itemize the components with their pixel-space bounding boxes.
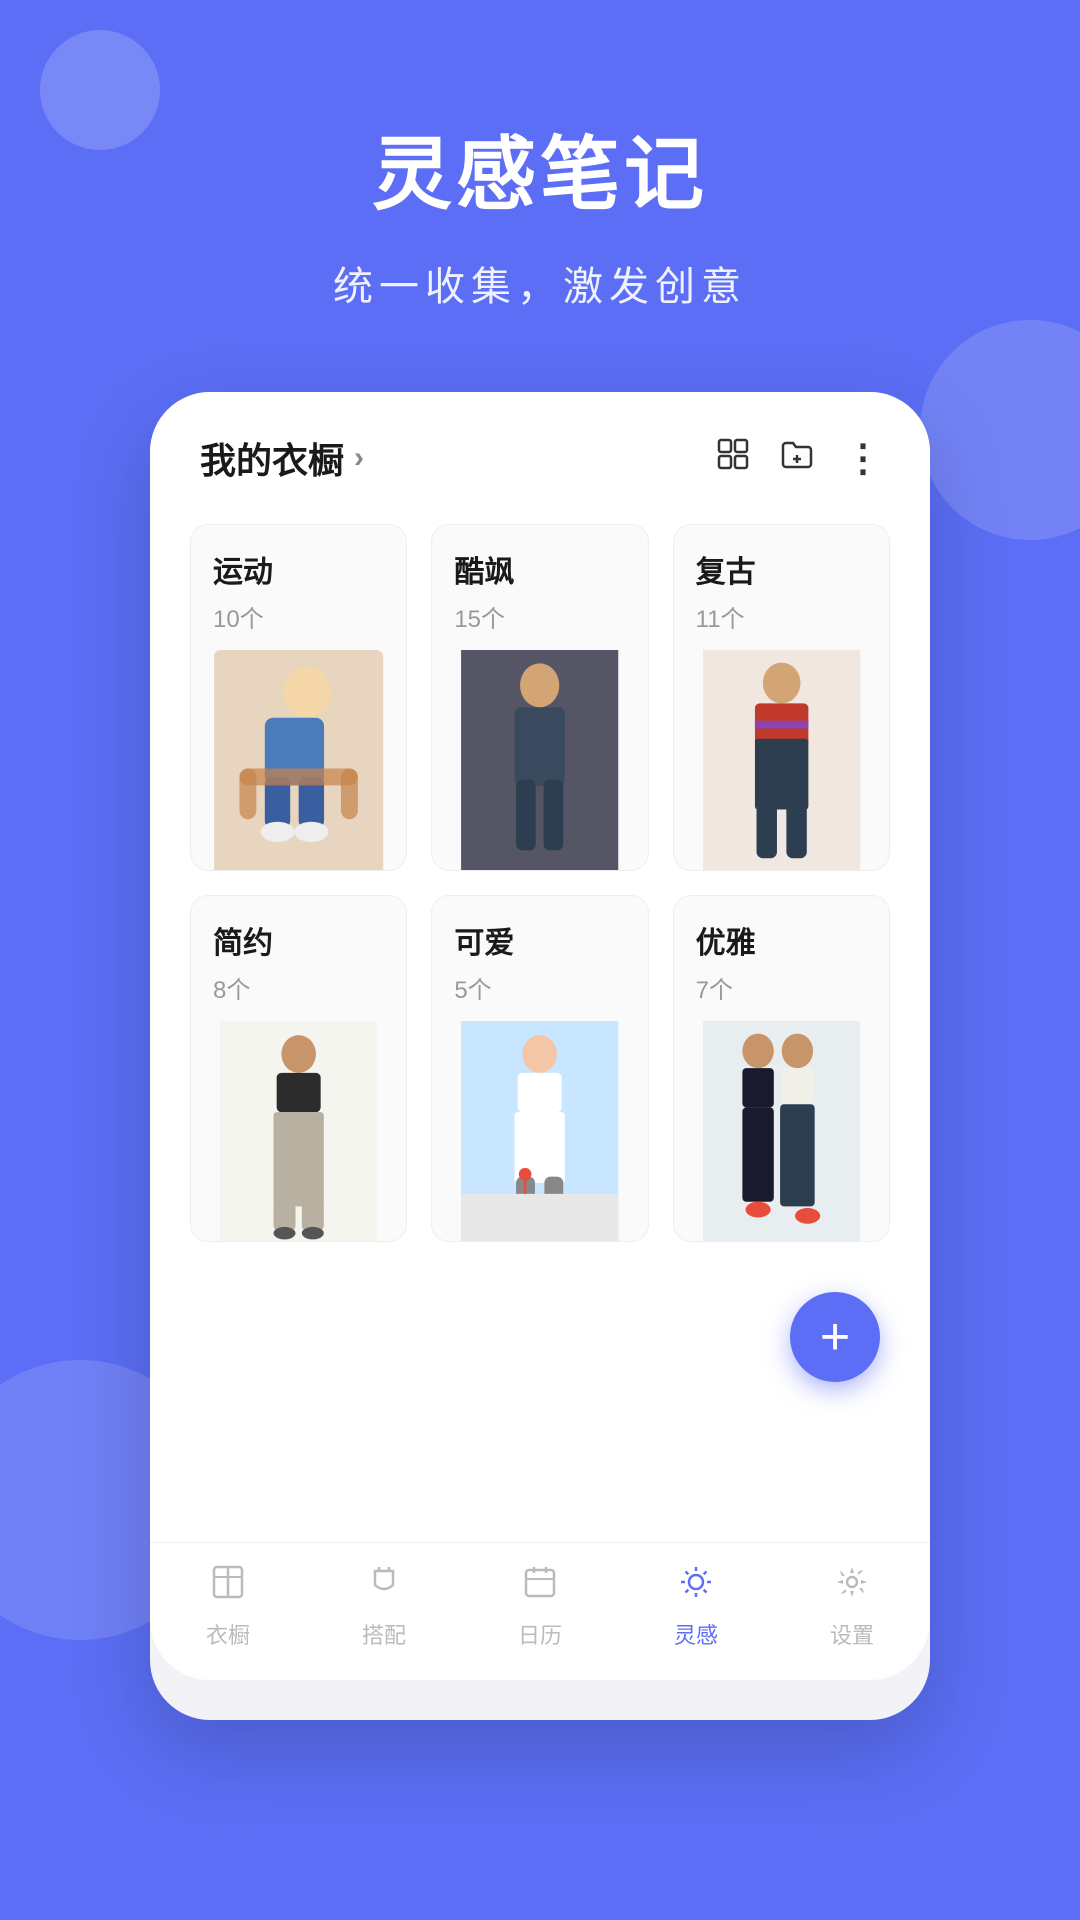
category-name-retro: 复古	[696, 547, 867, 591]
chevron-right-icon: ›	[354, 441, 364, 475]
category-count-cool: 15个	[454, 599, 625, 634]
category-image-sport	[213, 650, 384, 870]
nav-item-calendar[interactable]: 日历	[462, 1563, 618, 1650]
category-card-simple[interactable]: 简约 8个	[190, 895, 407, 1242]
nav-item-match[interactable]: 搭配	[306, 1563, 462, 1650]
more-icon[interactable]: ⋮	[844, 436, 880, 481]
category-name-elegant: 优雅	[696, 918, 867, 962]
wardrobe-title[interactable]: 我的衣橱 ›	[200, 432, 364, 484]
category-count-retro: 11个	[696, 599, 867, 634]
nav-item-inspiration[interactable]: 灵感	[618, 1563, 774, 1650]
category-count-elegant: 7个	[696, 970, 867, 1005]
nav-icon-wardrobe	[209, 1563, 247, 1610]
header-area: 灵感笔记 统一收集，激发创意	[333, 110, 747, 312]
nav-icon-inspiration	[677, 1563, 715, 1610]
category-count-simple: 8个	[213, 970, 384, 1005]
nav-label-wardrobe: 衣橱	[206, 1618, 250, 1650]
category-name-cute: 可爱	[454, 918, 625, 962]
wardrobe-title-text: 我的衣橱	[200, 432, 344, 484]
category-image-simple	[213, 1021, 384, 1241]
nav-item-wardrobe[interactable]: 衣橱	[150, 1563, 306, 1650]
nav-icon-match	[365, 1563, 403, 1610]
items-grid: 运动 10个 酷飒 15个 复古 11个	[190, 524, 890, 1242]
category-card-cool[interactable]: 酷飒 15个	[431, 524, 648, 871]
category-card-elegant[interactable]: 优雅 7个	[673, 895, 890, 1242]
top-bar-icons: ⋮	[716, 436, 880, 481]
category-card-retro[interactable]: 复古 11个	[673, 524, 890, 871]
category-image-cute	[454, 1021, 625, 1241]
nav-label-match: 搭配	[362, 1618, 406, 1650]
nav-icon-calendar	[521, 1563, 559, 1610]
folder-icon[interactable]	[780, 437, 814, 480]
category-count-sport: 10个	[213, 599, 384, 634]
fab-button[interactable]: +	[790, 1292, 880, 1382]
category-image-retro	[696, 650, 867, 870]
bg-blob-1	[40, 30, 160, 150]
nav-icon-settings	[833, 1563, 871, 1610]
category-name-cool: 酷飒	[454, 547, 625, 591]
sub-title: 统一收集，激发创意	[333, 254, 747, 312]
nav-label-inspiration: 灵感	[674, 1618, 718, 1650]
bottom-nav: 衣橱 搭配 日历 灵感 设置	[150, 1542, 930, 1680]
grid-view-icon[interactable]	[716, 437, 750, 480]
nav-label-calendar: 日历	[518, 1618, 562, 1650]
top-bar: 我的衣橱 › ⋮	[150, 392, 930, 504]
main-title: 灵感笔记	[333, 110, 747, 226]
nav-item-settings[interactable]: 设置	[774, 1563, 930, 1650]
category-image-elegant	[696, 1021, 867, 1241]
category-card-cute[interactable]: 可爱 5个	[431, 895, 648, 1242]
fab-plus-icon: +	[820, 1307, 850, 1367]
category-image-cool	[454, 650, 625, 870]
phone-card: 我的衣橱 › ⋮	[150, 392, 930, 1720]
content-spacer: +	[150, 1282, 930, 1542]
bg-blob-2	[920, 320, 1080, 540]
nav-label-settings: 设置	[830, 1618, 874, 1650]
category-card-sport[interactable]: 运动 10个	[190, 524, 407, 871]
category-name-simple: 简约	[213, 918, 384, 962]
grid-area: 运动 10个 酷飒 15个 复古 11个	[150, 504, 930, 1282]
category-count-cute: 5个	[454, 970, 625, 1005]
category-name-sport: 运动	[213, 547, 384, 591]
